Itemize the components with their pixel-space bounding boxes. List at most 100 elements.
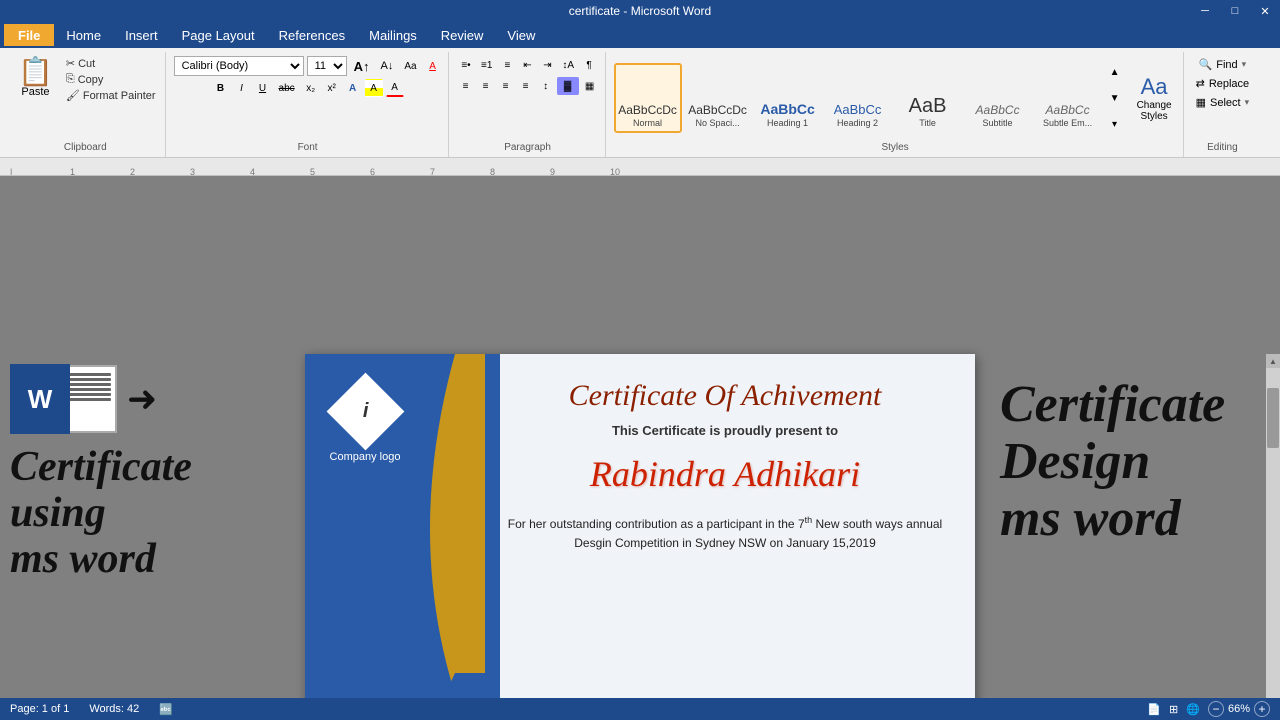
font-size-select[interactable]: 11: [307, 56, 347, 76]
close-button[interactable]: ✕: [1250, 0, 1280, 22]
cut-icon: ✂: [66, 57, 75, 70]
copy-button[interactable]: ⎘ Copy: [63, 72, 159, 87]
numbering-button[interactable]: ≡1: [477, 56, 496, 74]
clear-format-button[interactable]: A: [424, 57, 442, 75]
cert-left-panel: i Company logo: [305, 354, 455, 698]
style-subtle-em-label: Subtle Em...: [1043, 118, 1092, 128]
menu-view[interactable]: View: [495, 24, 547, 46]
zoom-out-button[interactable]: −: [1208, 701, 1224, 717]
minimize-button[interactable]: ─: [1190, 0, 1220, 22]
styles-scroll-down[interactable]: ▼: [1106, 89, 1124, 107]
style-heading1[interactable]: AaBbCc Heading 1: [754, 63, 822, 133]
editing-content: 🔍 Find ▾ ⇄ Replace ▦ Select ▾: [1192, 52, 1254, 140]
font-case-button[interactable]: Aa: [400, 57, 420, 75]
multilevel-button[interactable]: ≡: [498, 56, 516, 74]
justify-button[interactable]: ≡: [517, 77, 535, 95]
align-right-button[interactable]: ≡: [497, 77, 515, 95]
style-heading2-preview: AaBbCc: [834, 103, 882, 116]
scroll-thumb[interactable]: [1267, 388, 1279, 448]
paste-icon: 📋: [18, 58, 53, 86]
highlight-button[interactable]: A: [365, 79, 383, 97]
italic-button[interactable]: I: [233, 79, 251, 97]
menu-home[interactable]: Home: [54, 24, 113, 46]
align-left-button[interactable]: ≡: [457, 77, 475, 95]
find-icon: 🔍: [1199, 58, 1213, 71]
change-styles-icon: Aa: [1141, 74, 1168, 100]
replace-button[interactable]: ⇄ Replace: [1192, 75, 1254, 92]
menu-review[interactable]: Review: [429, 24, 496, 46]
font-row-2: B I U abc x₂ x² A A A: [212, 79, 404, 97]
format-painter-icon: 🖌: [66, 89, 80, 102]
strikethrough-button[interactable]: abc: [275, 79, 299, 97]
menu-references[interactable]: References: [267, 24, 357, 46]
font-shrink-button[interactable]: A↓: [376, 57, 397, 75]
line-spacing-button[interactable]: ↕: [537, 77, 555, 95]
show-formatting-button[interactable]: ¶: [580, 56, 598, 74]
editing-label: Editing: [1207, 142, 1238, 153]
font-content: Calibri (Body) 11 A↑ A↓ Aa A B I U abc x…: [174, 52, 442, 140]
style-normal[interactable]: AaBbCcDc Normal: [614, 63, 682, 133]
menu-page-layout[interactable]: Page Layout: [170, 24, 267, 46]
align-center-button[interactable]: ≡: [477, 77, 495, 95]
maximize-button[interactable]: □: [1220, 0, 1250, 22]
bullets-button[interactable]: ≡•: [457, 56, 475, 74]
find-button[interactable]: 🔍 Find ▾: [1195, 56, 1251, 73]
scroll-up-button[interactable]: ▲: [1266, 354, 1280, 368]
underline-button[interactable]: U: [254, 79, 272, 97]
sort-button[interactable]: ↕A: [558, 56, 578, 74]
style-no-spacing-label: No Spaci...: [696, 118, 740, 128]
zoom-in-button[interactable]: +: [1254, 701, 1270, 717]
cut-button[interactable]: ✂ Cut: [63, 56, 159, 71]
font-name-select[interactable]: Calibri (Body): [174, 56, 304, 76]
status-right: 📄 ⊞ 🌐 − 66% +: [1147, 701, 1270, 717]
style-normal-label: Normal: [633, 118, 662, 128]
file-tab[interactable]: File: [4, 24, 54, 46]
bold-button[interactable]: B: [212, 79, 230, 97]
clipboard-label: Clipboard: [64, 142, 107, 153]
decrease-indent-button[interactable]: ⇤: [518, 56, 536, 74]
menu-insert[interactable]: Insert: [113, 24, 170, 46]
styles-scroll-up[interactable]: ▲: [1106, 63, 1124, 81]
ribbon-paragraph-group: ≡• ≡1 ≡ ⇤ ⇥ ↕A ¶ ≡ ≡ ≡ ≡ ↕ ▓ ▦ Paragraph: [451, 52, 606, 157]
view-fullscreen-icon[interactable]: ⊞: [1169, 703, 1178, 716]
copy-icon: ⎘: [66, 73, 75, 86]
paste-button[interactable]: 📋 Paste: [12, 56, 59, 140]
text-effect-button[interactable]: A: [344, 79, 362, 97]
right-overlay: Certificate Design ms word: [1000, 376, 1270, 548]
select-button[interactable]: ▦ Select ▾: [1192, 94, 1254, 111]
change-styles-button[interactable]: Aa ChangeStyles: [1132, 69, 1177, 127]
style-title-label: Title: [919, 118, 936, 128]
style-subtle-em[interactable]: AaBbCc Subtle Em...: [1034, 63, 1102, 133]
subscript-button[interactable]: x₂: [302, 79, 320, 97]
ribbon: 📋 Paste ✂ Cut ⎘ Copy 🖌 Format Painter: [0, 48, 1280, 158]
cert-body-text: For her outstanding contribution as a pa…: [505, 513, 945, 553]
status-bar: Page: 1 of 1 Words: 42 🔤 📄 ⊞ 🌐 − 66% +: [0, 698, 1280, 720]
font-grow-button[interactable]: A↑: [350, 57, 374, 75]
style-title[interactable]: AaB Title: [894, 63, 962, 133]
view-print-icon[interactable]: 📄: [1147, 703, 1161, 716]
title-bar: certificate - Microsoft Word ─ □ ✕: [0, 0, 1280, 22]
para-row-2: ≡ ≡ ≡ ≡ ↕ ▓ ▦: [457, 77, 599, 95]
superscript-button[interactable]: x²: [323, 79, 341, 97]
style-heading2[interactable]: AaBbCc Heading 2: [824, 63, 892, 133]
increase-indent-button[interactable]: ⇥: [538, 56, 556, 74]
window-title: certificate - Microsoft Word: [569, 4, 711, 18]
shading-button[interactable]: ▓: [557, 77, 579, 95]
style-no-spacing[interactable]: AaBbCcDc No Spaci...: [684, 63, 752, 133]
view-web-icon[interactable]: 🌐: [1186, 703, 1200, 716]
format-painter-button[interactable]: 🖌 Format Painter: [63, 88, 159, 103]
ribbon-clipboard-group: 📋 Paste ✂ Cut ⎘ Copy 🖌 Format Painter: [6, 52, 166, 157]
ribbon-styles-group: AaBbCcDc Normal AaBbCcDc No Spaci... AaB…: [608, 52, 1184, 157]
cert-blue-bottom-svg: [395, 673, 485, 699]
border-button[interactable]: ▦: [581, 77, 599, 95]
document-area[interactable]: i Company logo Certificate Of Achi: [305, 354, 975, 698]
clipboard-small-buttons: ✂ Cut ⎘ Copy 🖌 Format Painter: [63, 56, 159, 140]
menu-mailings[interactable]: Mailings: [357, 24, 429, 46]
left-title: Certificate using ms word: [10, 444, 192, 583]
font-color-button[interactable]: A: [386, 79, 404, 97]
styles-content: AaBbCcDc Normal AaBbCcDc No Spaci... AaB…: [614, 52, 1177, 140]
style-subtitle-label: Subtitle: [983, 118, 1013, 128]
vertical-scrollbar[interactable]: ▲ ▼: [1266, 354, 1280, 698]
style-subtitle[interactable]: AaBbCc Subtitle: [964, 63, 1032, 133]
styles-more[interactable]: ▾: [1106, 115, 1124, 133]
